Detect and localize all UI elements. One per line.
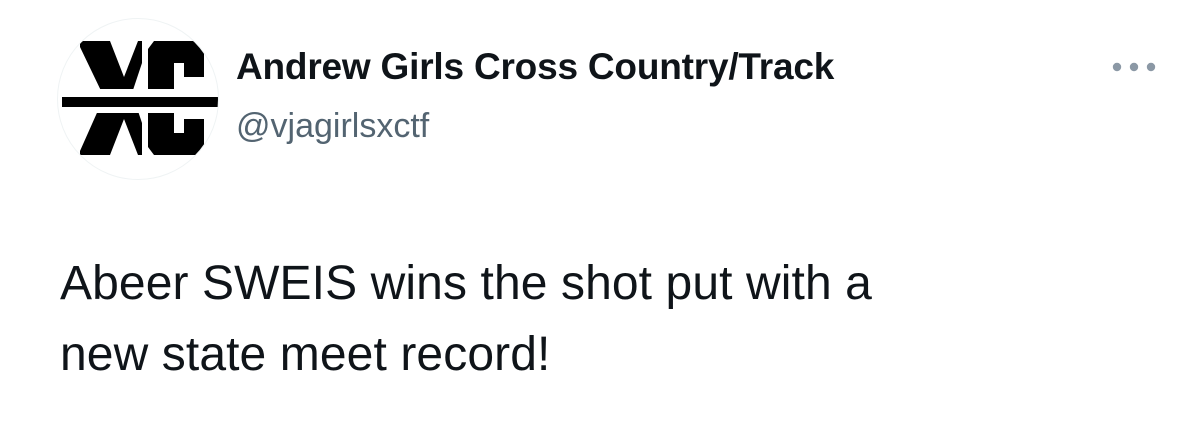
author-handle[interactable]: @vjagirlsxctf — [236, 107, 429, 146]
xc-logo-icon — [62, 41, 218, 155]
tweet-text: Abeer SWEIS wins the shot put with a new… — [60, 257, 872, 381]
more-options-button[interactable] — [1108, 52, 1160, 82]
tweet-card: Andrew Girls Cross Country/Track @vjagir… — [0, 0, 1200, 437]
author-display-name[interactable]: Andrew Girls Cross Country/Track — [236, 46, 834, 88]
author-avatar[interactable] — [57, 18, 219, 180]
more-horizontal-icon — [1112, 62, 1156, 72]
